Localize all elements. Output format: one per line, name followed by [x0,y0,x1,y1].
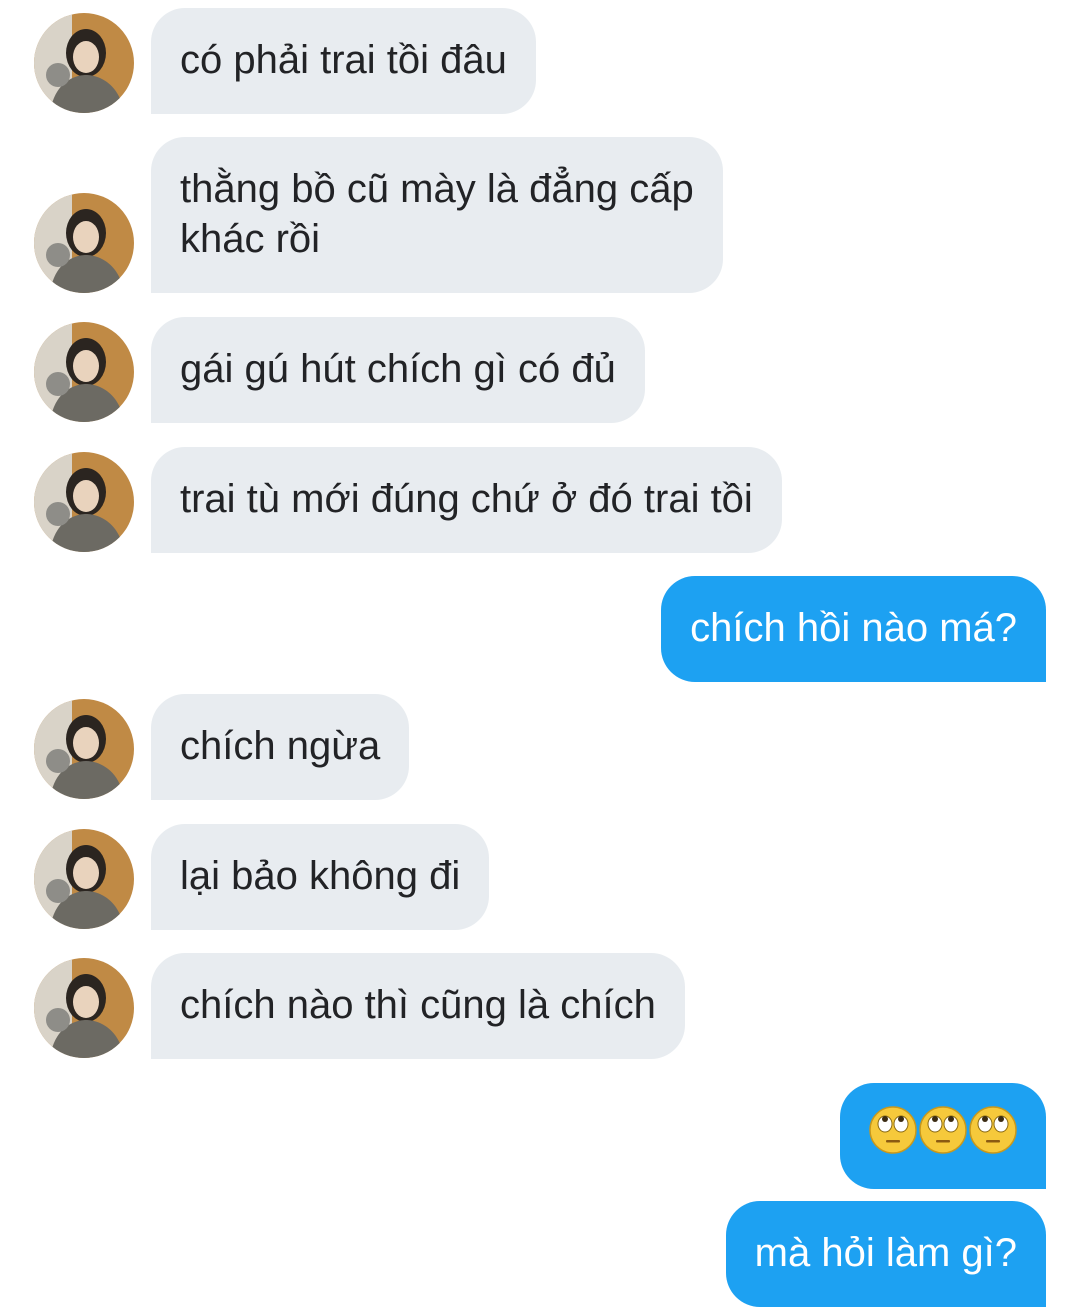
contact-avatar[interactable] [34,958,134,1058]
avatar-photo-icon [34,193,134,293]
incoming-message: có phải trai tồi đâu [151,8,536,114]
incoming-message: gái gú hút chích gì có đủ [151,317,645,423]
incoming-message: trai tù mới đúng chứ ở đó trai tồi [151,447,782,553]
avatar-photo-icon [34,322,134,422]
incoming-message: chích ngừa [151,694,410,800]
outgoing-message: mà hỏi làm gì? [725,1201,1046,1307]
eye-roll-emoji-icon [969,1106,1017,1154]
contact-avatar[interactable] [34,699,134,799]
avatar-photo-icon [34,699,134,799]
avatar-photo-icon [34,958,134,1058]
contact-avatar[interactable] [34,829,134,929]
eye-roll-emoji-icon [919,1106,967,1154]
contact-avatar[interactable] [34,13,134,113]
avatar-photo-icon [34,13,134,113]
contact-avatar[interactable] [34,452,134,552]
incoming-message: chích nào thì cũng là chích [151,953,685,1059]
contact-avatar[interactable] [34,322,134,422]
eye-roll-emoji-icon [869,1106,917,1154]
incoming-message: thằng bồ cũ mày là đẳng cấp khác rồi [151,137,723,293]
avatar-photo-icon [34,829,134,929]
outgoing-emoji-message [840,1083,1046,1189]
incoming-message: lại bảo không đi [151,824,490,930]
outgoing-message: chích hồi nào má? [661,576,1046,682]
contact-avatar[interactable] [34,193,134,293]
avatar-photo-icon [34,452,134,552]
